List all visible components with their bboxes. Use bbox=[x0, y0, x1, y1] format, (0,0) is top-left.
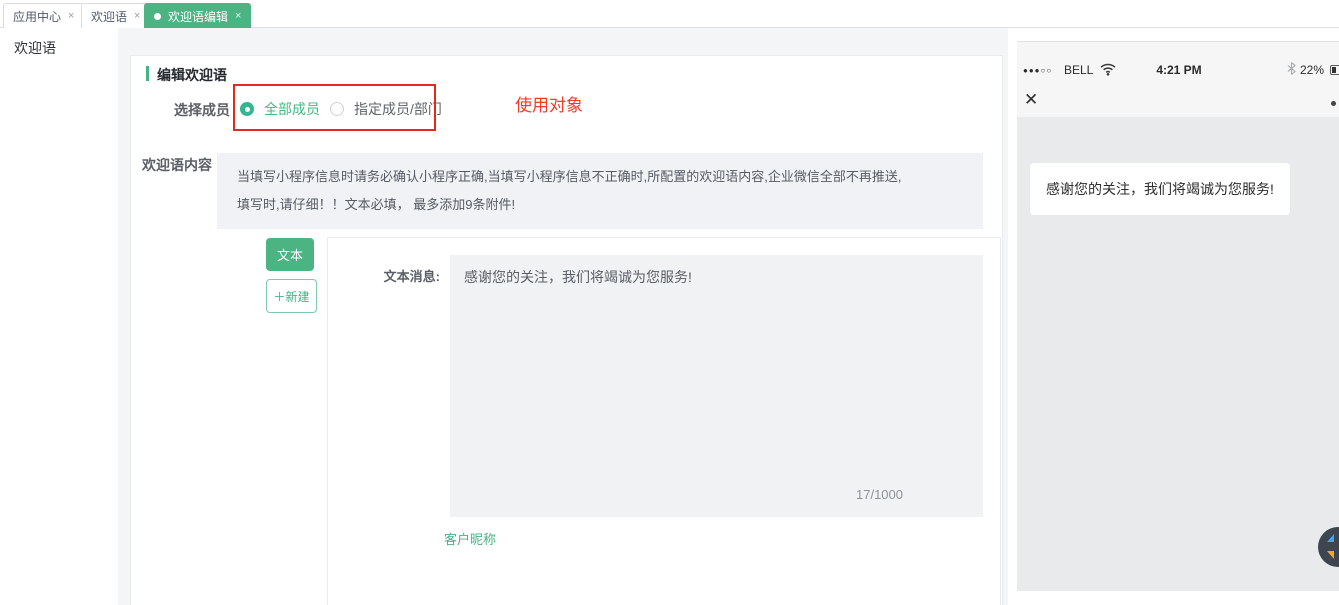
clock-time: 4:21 PM bbox=[1137, 63, 1221, 77]
char-counter: 17/1000 bbox=[856, 487, 903, 502]
message-textarea[interactable]: 感谢您的关注，我们将竭诚为您服务! bbox=[450, 255, 983, 517]
tab-label: 应用中心 bbox=[13, 8, 61, 25]
tab-bar: 应用中心 × 欢迎语 × 欢迎语编辑 × bbox=[0, 0, 1339, 28]
chat-area: 感谢您的关注，我们将竭诚为您服务! bbox=[1017, 117, 1339, 591]
tab-close-icon[interactable]: × bbox=[68, 11, 74, 22]
cursor-glyphs-icon bbox=[1325, 534, 1339, 560]
message-input-wrap: 感谢您的关注，我们将竭诚为您服务! bbox=[450, 255, 983, 517]
tab-close-icon[interactable]: × bbox=[235, 11, 241, 22]
radio-selected-icon bbox=[240, 102, 254, 116]
radio-unselected-icon bbox=[330, 102, 344, 116]
active-tab-dot-icon bbox=[154, 13, 161, 20]
tab-label: 欢迎语 bbox=[91, 8, 127, 25]
section-title: 编辑欢迎语 bbox=[157, 65, 227, 85]
phone-preview: ●●●○○ BELL 4:21 PM 22% ✕ 感谢 bbox=[1017, 41, 1339, 605]
notice-line: 当填写小程序信息时请务必确认小程序正确,当填写小程序信息不正确时,所配置的欢迎语… bbox=[237, 163, 963, 191]
radio-specified-members[interactable]: 指定成员/部门 bbox=[330, 99, 442, 119]
radio-label: 指定成员/部门 bbox=[354, 99, 442, 119]
notice-box: 当填写小程序信息时请务必确认小程序正确,当填写小程序信息不正确时,所配置的欢迎语… bbox=[217, 153, 983, 229]
phone-input-bar bbox=[1017, 591, 1339, 605]
member-select-label: 选择成员 bbox=[150, 100, 230, 120]
tab-label: 欢迎语编辑 bbox=[168, 8, 228, 25]
section-accent-bar bbox=[146, 66, 149, 81]
tab-welcome-edit[interactable]: 欢迎语编辑 × bbox=[144, 3, 251, 28]
tab-close-icon[interactable]: × bbox=[134, 11, 140, 22]
battery-icon bbox=[1330, 65, 1339, 75]
tab-text-type[interactable]: 文本 bbox=[266, 238, 314, 271]
text-message-label: 文本消息: bbox=[360, 266, 440, 285]
add-new-button[interactable]: ＋新建 bbox=[266, 279, 317, 313]
radio-all-members[interactable]: 全部成员 bbox=[240, 99, 320, 119]
sidebar-item-welcome[interactable]: 欢迎语 bbox=[14, 38, 56, 58]
annotation-text: 使用对象 bbox=[515, 91, 583, 116]
bluetooth-icon bbox=[1287, 62, 1296, 80]
close-icon[interactable]: ✕ bbox=[1024, 90, 1038, 110]
notice-line: 填写时,请仔细！！文本必填， 最多添加9条附件! bbox=[237, 191, 963, 219]
floating-widget-button[interactable] bbox=[1318, 527, 1339, 567]
tab-welcome[interactable]: 欢迎语 × bbox=[81, 3, 150, 28]
carrier-name: BELL bbox=[1064, 63, 1093, 77]
radio-label: 全部成员 bbox=[264, 99, 320, 119]
app-window: 应用中心 × 欢迎语 × 欢迎语编辑 × 欢迎语 编辑欢迎语 选择成员 全部成员… bbox=[0, 0, 1339, 605]
message-bubble: 感谢您的关注，我们将竭诚为您服务! bbox=[1030, 163, 1290, 215]
battery-percent: 22% bbox=[1300, 63, 1324, 77]
wifi-icon bbox=[1100, 63, 1116, 81]
tab-app-center[interactable]: 应用中心 × bbox=[3, 3, 84, 28]
signal-dots-icon: ●●●○○ bbox=[1023, 66, 1052, 75]
customer-nickname-link[interactable]: 客户昵称 bbox=[444, 529, 496, 548]
more-menu-icon[interactable] bbox=[1331, 101, 1336, 106]
welcome-content-label: 欢迎语内容 bbox=[132, 155, 212, 175]
phone-header: ●●●○○ BELL 4:21 PM 22% ✕ bbox=[1017, 42, 1339, 117]
